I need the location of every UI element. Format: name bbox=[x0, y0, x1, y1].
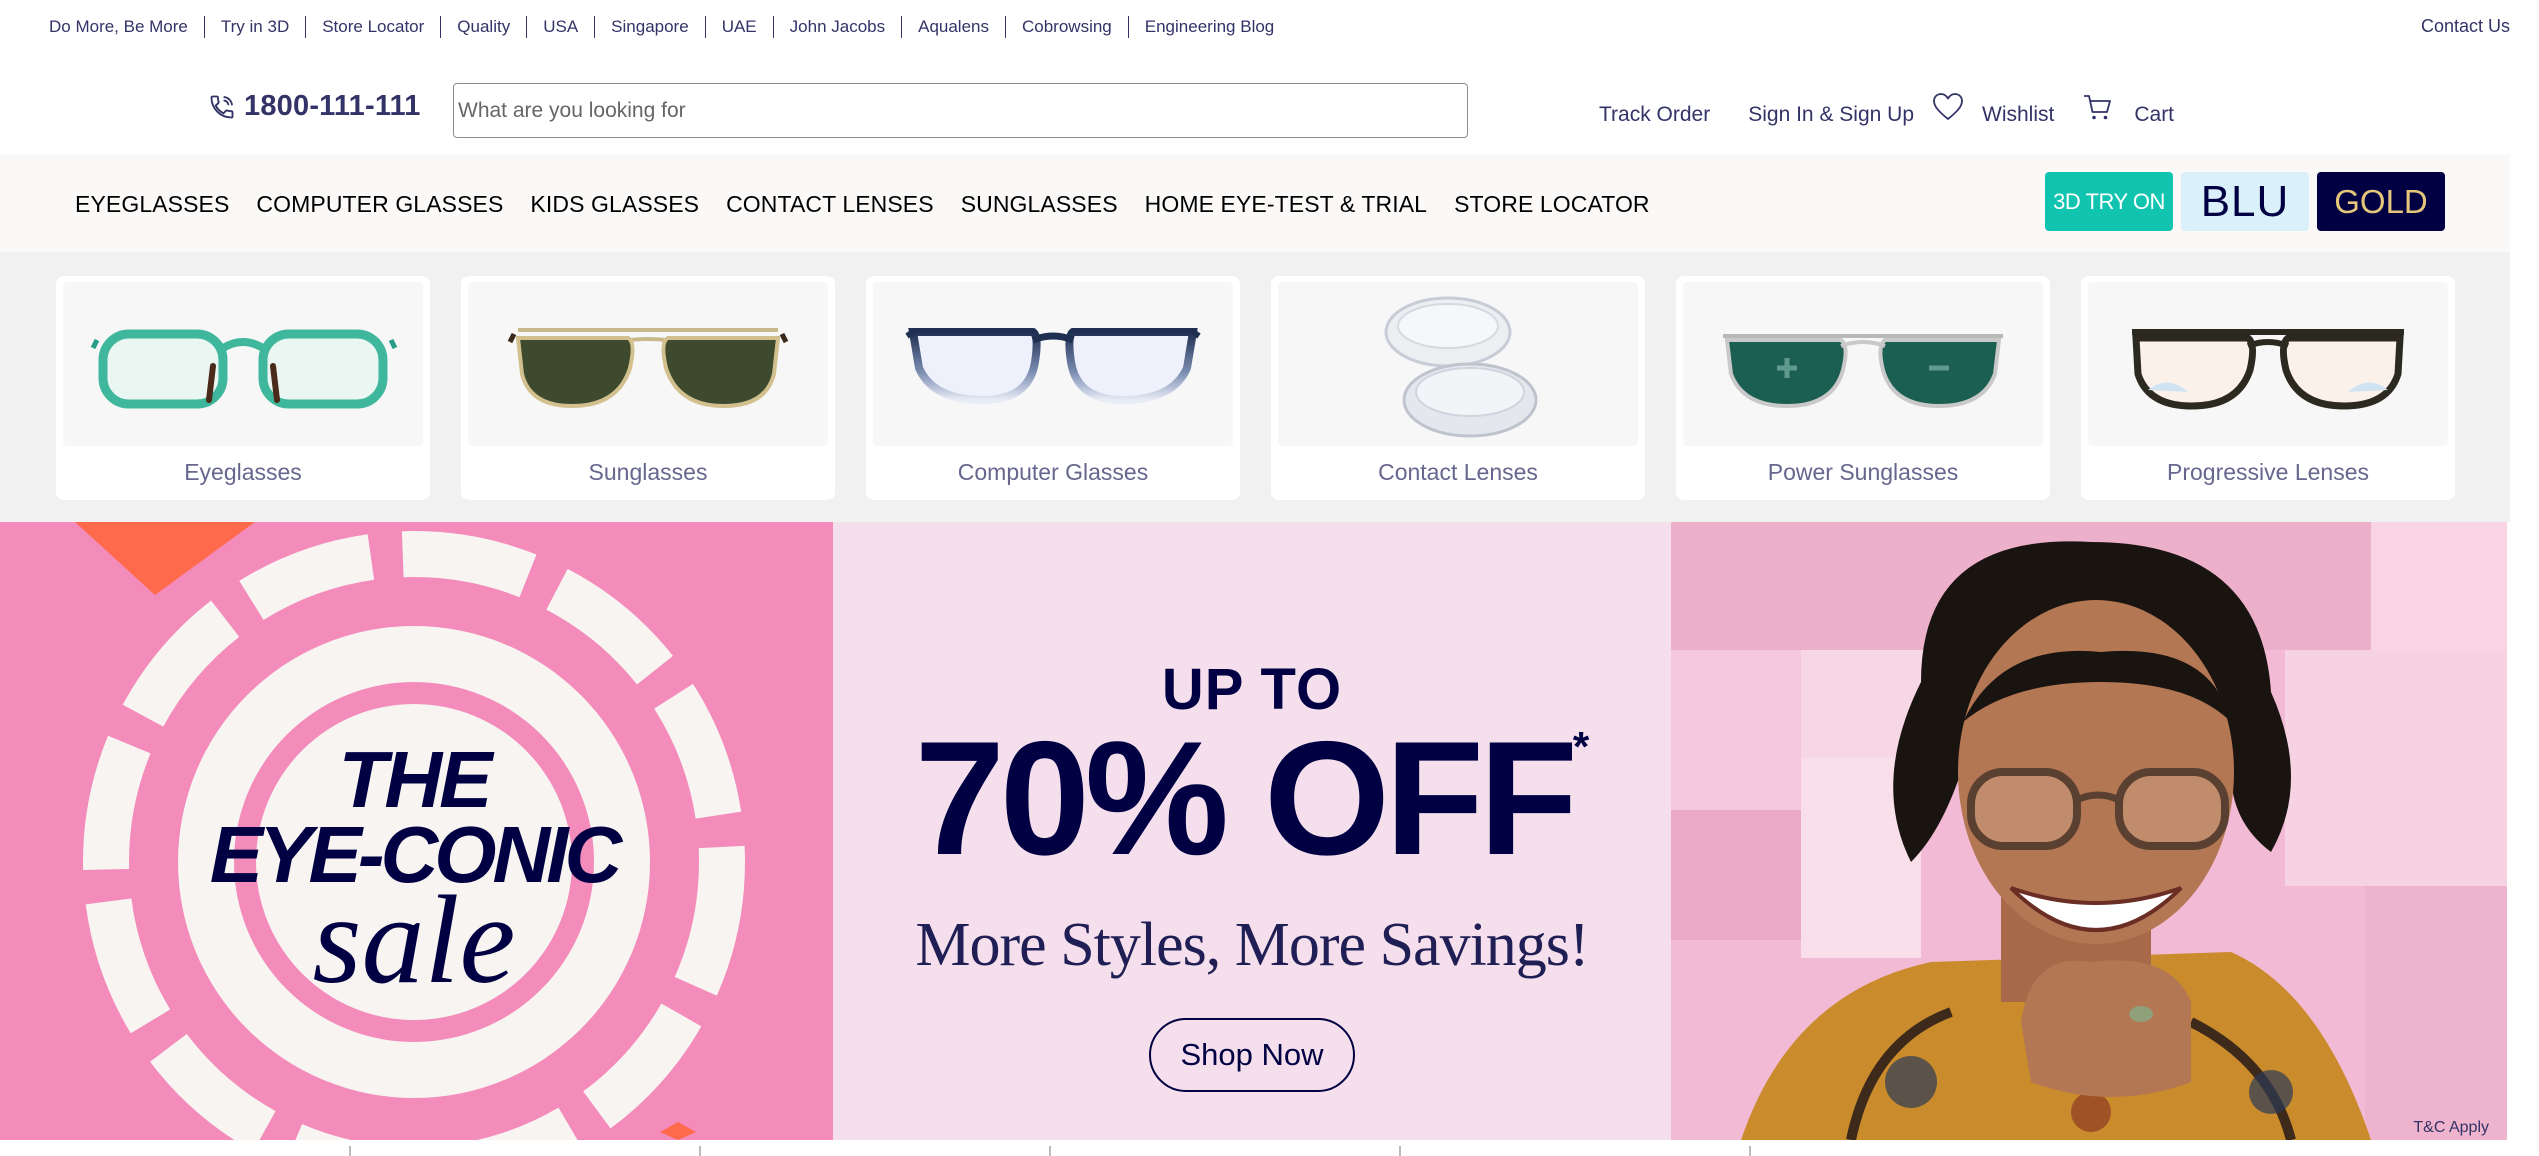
power-sunglasses-icon bbox=[1723, 334, 2003, 409]
utility-link-singapore[interactable]: Singapore bbox=[594, 16, 705, 38]
utility-link-store-locator[interactable]: Store Locator bbox=[305, 16, 440, 38]
utility-link-john-jacobs[interactable]: John Jacobs bbox=[772, 16, 901, 38]
category-card-power-sunglasses[interactable]: Power Sunglasses bbox=[1676, 276, 2050, 500]
utility-link-uae[interactable]: UAE bbox=[704, 16, 773, 38]
nav-store-locator[interactable]: STORE LOCATOR bbox=[1454, 191, 1650, 218]
utility-link-aqualens[interactable]: Aqualens bbox=[901, 16, 1005, 38]
phone-text: 1800-111-111 bbox=[244, 90, 421, 122]
utility-link-usa[interactable]: USA bbox=[526, 16, 594, 38]
sale-badge-sale: sale bbox=[313, 871, 516, 1010]
category-card-progressive-lenses[interactable]: Progressive Lenses bbox=[2081, 276, 2455, 500]
category-card-contact-lenses[interactable]: Contact Lenses bbox=[1271, 276, 1645, 500]
eyeglasses-icon bbox=[90, 329, 398, 409]
utility-bar: Do More, Be More Try in 3D Store Locator… bbox=[0, 0, 2510, 54]
hero-banner[interactable]: THE EYE-CONIC sale UP TO 70% OFF* More S… bbox=[0, 522, 2507, 1140]
shop-now-button[interactable]: Shop Now bbox=[1149, 1018, 1355, 1092]
main-nav: EYEGLASSES COMPUTER GLASSES KIDS GLASSES… bbox=[0, 154, 2510, 252]
heart-icon[interactable] bbox=[1932, 92, 1964, 122]
3d-try-on-button[interactable]: 3D TRY ON bbox=[2045, 172, 2173, 231]
nav-kids-glasses[interactable]: KIDS GLASSES bbox=[530, 191, 699, 218]
nav-contact-lenses[interactable]: CONTACT LENSES bbox=[726, 191, 934, 218]
utility-link-do-more[interactable]: Do More, Be More bbox=[49, 16, 204, 38]
bottom-dividers bbox=[349, 1146, 1751, 1156]
sale-badge-panel: THE EYE-CONIC sale bbox=[0, 522, 833, 1140]
gold-button[interactable]: GOLD bbox=[2317, 172, 2445, 231]
nav-links: EYEGLASSES COMPUTER GLASSES KIDS GLASSES… bbox=[75, 191, 1677, 218]
nav-computer-glasses[interactable]: COMPUTER GLASSES bbox=[256, 191, 503, 218]
model-panel: T&C Apply bbox=[1671, 522, 2507, 1140]
model-photo bbox=[1671, 522, 2507, 1140]
category-label: Eyeglasses bbox=[184, 459, 302, 485]
search-input[interactable] bbox=[453, 83, 1468, 138]
cart-link[interactable]: Cart bbox=[2134, 103, 2174, 127]
track-order-link[interactable]: Track Order bbox=[1599, 103, 1710, 127]
category-label: Progressive Lenses bbox=[2167, 459, 2369, 485]
utility-link-quality[interactable]: Quality bbox=[440, 16, 526, 38]
category-label: Sunglasses bbox=[588, 459, 708, 485]
utility-link-engineering-blog[interactable]: Engineering Blog bbox=[1127, 16, 1290, 38]
category-card-sunglasses[interactable]: Sunglasses bbox=[461, 276, 835, 500]
offer-subtitle: More Styles, More Savings! bbox=[915, 911, 1589, 979]
category-label: Power Sunglasses bbox=[1767, 459, 1959, 485]
blu-button[interactable]: BLU bbox=[2181, 172, 2309, 231]
nav-sunglasses[interactable]: SUNGLASSES bbox=[961, 191, 1118, 218]
computer-glasses-icon bbox=[905, 328, 1201, 405]
category-label: Contact Lenses bbox=[1378, 459, 1538, 485]
sign-in-link[interactable]: Sign In & Sign Up bbox=[1748, 103, 1914, 127]
category-row: Eyeglasses Sunglasses Computer Glasses C… bbox=[0, 252, 2510, 522]
category-label: Computer Glasses bbox=[957, 459, 1149, 485]
offer-discount: 70% OFF bbox=[914, 708, 1578, 889]
offer-headline: 70% OFF* bbox=[833, 718, 1671, 880]
nav-eyeglasses[interactable]: EYEGLASSES bbox=[75, 191, 229, 218]
sale-badge-graphic: THE EYE-CONIC sale bbox=[75, 522, 745, 1140]
cart-icon[interactable] bbox=[2082, 92, 2112, 122]
category-card-computer-glasses[interactable]: Computer Glasses bbox=[866, 276, 1240, 500]
category-card-eyeglasses[interactable]: Eyeglasses bbox=[56, 276, 430, 500]
progressive-lenses-icon bbox=[2132, 329, 2404, 410]
nav-home-eye-test[interactable]: HOME EYE-TEST & TRIAL bbox=[1145, 191, 1427, 218]
contact-lenses-icon bbox=[1384, 296, 1538, 438]
header: 1800-111-111 Track Order Sign In & Sign … bbox=[0, 54, 2510, 154]
wishlist-link[interactable]: Wishlist bbox=[1982, 103, 2054, 127]
terms-apply[interactable]: T&C Apply bbox=[2413, 1119, 2489, 1137]
bottom-strip bbox=[0, 1140, 2507, 1156]
offer-panel: UP TO 70% OFF* More Styles, More Savings… bbox=[833, 522, 1671, 1140]
offer-asterisk: * bbox=[1572, 723, 1590, 770]
utility-link-cobrowsing[interactable]: Cobrowsing bbox=[1005, 16, 1128, 38]
header-actions: Track Order Sign In & Sign Up Wishlist C… bbox=[1599, 93, 2174, 130]
utility-links: Do More, Be More Try in 3D Store Locator… bbox=[49, 16, 1290, 38]
phone-number[interactable]: 1800-111-111 bbox=[208, 90, 421, 123]
sunglasses-icon bbox=[507, 328, 789, 409]
utility-link-try-3d[interactable]: Try in 3D bbox=[203, 16, 305, 38]
contact-us-link[interactable]: Contact Us bbox=[2421, 16, 2510, 37]
phone-icon bbox=[210, 95, 234, 118]
